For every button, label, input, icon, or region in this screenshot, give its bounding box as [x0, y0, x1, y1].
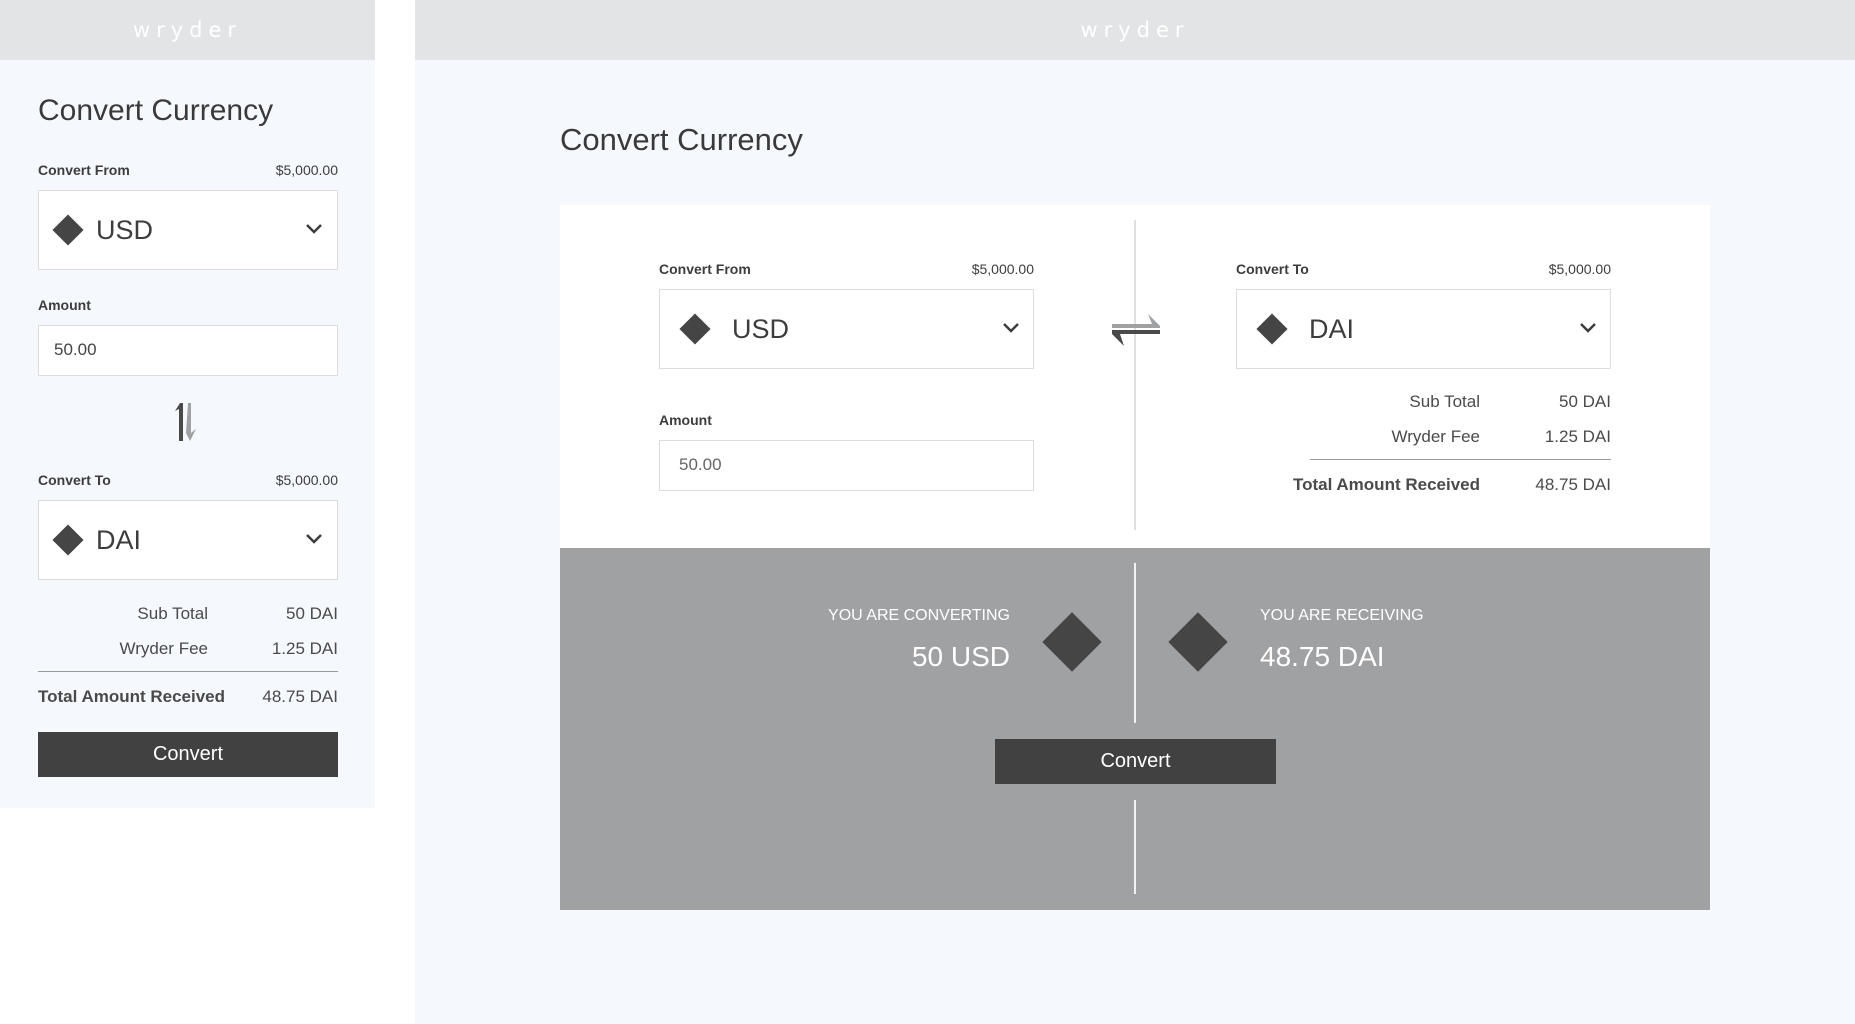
- convert-to-label: Convert To: [38, 472, 111, 488]
- band-divider-top: [1134, 563, 1136, 723]
- total-value: 48.75 DAI: [1535, 475, 1611, 494]
- convert-from-select[interactable]: USD: [659, 289, 1034, 369]
- amount-label: Amount: [659, 412, 712, 428]
- convert-from-select[interactable]: USD: [38, 190, 338, 270]
- convert-from-balance: $5,000.00: [971, 261, 1034, 277]
- swap-vertical-icon[interactable]: [170, 399, 204, 443]
- convert-to-currency: DAI: [96, 525, 142, 555]
- divider: [1310, 459, 1611, 460]
- desktop-header: wryder: [415, 0, 1855, 60]
- subtotal-value: 50 DAI: [1559, 392, 1611, 411]
- subtotal-value: 50 DAI: [286, 604, 338, 623]
- amount-input[interactable]: 50.00: [659, 440, 1034, 491]
- amount-value: 50.00: [679, 455, 722, 474]
- receiving-value: 48.75 DAI: [1260, 641, 1385, 672]
- brand-logo[interactable]: wryder: [1080, 18, 1189, 42]
- chevron-down-icon: [306, 224, 322, 234]
- convert-from-label: Convert From: [38, 162, 130, 178]
- amount-label: Amount: [38, 297, 91, 313]
- converting-caption: YOU ARE CONVERTING: [828, 607, 1010, 624]
- diamond-icon: [51, 213, 85, 247]
- chevron-down-icon: [1580, 323, 1596, 333]
- diamond-icon: [1168, 612, 1228, 672]
- band-divider-bottom: [1134, 800, 1136, 894]
- total-label: Total Amount Received: [1292, 475, 1480, 494]
- convert-from-label: Convert From: [659, 261, 751, 277]
- mobile-header: wryder: [0, 0, 375, 60]
- fee-label: Wryder Fee: [119, 639, 209, 658]
- diamond-icon: [1255, 312, 1289, 346]
- convert-to-balance: $5,000.00: [275, 472, 338, 488]
- convert-to-currency: DAI: [1309, 314, 1355, 344]
- convert-from-currency: USD: [96, 215, 154, 245]
- swap-horizontal-icon[interactable]: [1108, 310, 1164, 350]
- fee-label: Wryder Fee: [1391, 427, 1481, 446]
- converting-value: 50 USD: [911, 641, 1010, 672]
- subtotal-label: Sub Total: [1409, 392, 1480, 411]
- amount-value: 50.00: [54, 340, 97, 359]
- convert-button[interactable]: Convert: [995, 739, 1276, 784]
- convert-to-balance: $5,000.00: [1548, 261, 1611, 277]
- convert-to-select[interactable]: DAI: [1236, 289, 1611, 369]
- convert-button[interactable]: Convert: [38, 732, 338, 777]
- page-title: Convert Currency: [560, 122, 803, 157]
- page-title: Convert Currency: [38, 94, 274, 127]
- total-value: 48.75 DAI: [262, 687, 338, 706]
- convert-from-currency: USD: [732, 314, 790, 344]
- convert-to-label: Convert To: [1236, 261, 1309, 277]
- receiving-caption: YOU ARE RECEIVING: [1260, 607, 1424, 624]
- chevron-down-icon: [306, 534, 322, 544]
- divider: [38, 671, 338, 672]
- amount-input[interactable]: 50.00: [38, 325, 338, 376]
- convert-from-balance: $5,000.00: [275, 162, 338, 178]
- chevron-down-icon: [1003, 323, 1019, 333]
- brand-logo[interactable]: wryder: [133, 18, 242, 42]
- convert-to-select[interactable]: DAI: [38, 500, 338, 580]
- fee-value: 1.25 DAI: [1544, 427, 1611, 446]
- diamond-icon: [1042, 612, 1102, 672]
- fee-value: 1.25 DAI: [271, 639, 338, 658]
- subtotal-label: Sub Total: [137, 604, 208, 623]
- diamond-icon: [678, 312, 712, 346]
- card-divider: [1134, 220, 1136, 530]
- total-label: Total Amount Received: [38, 687, 226, 706]
- diamond-icon: [51, 523, 85, 557]
